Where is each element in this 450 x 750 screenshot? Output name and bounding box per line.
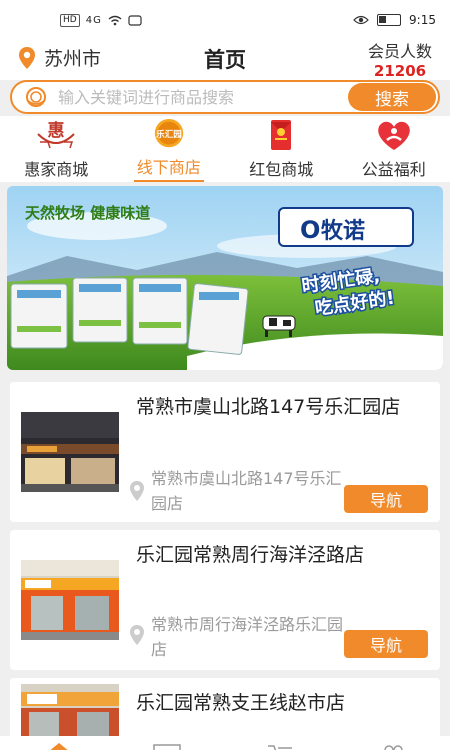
store-name: 常熟市虞山北路147号乐汇园店	[136, 396, 401, 418]
offline-store-icon: 乐汇园	[154, 118, 183, 148]
home-tab-icon[interactable]	[44, 742, 74, 750]
network-badge: HD	[60, 13, 80, 27]
store-card[interactable]: 常熟市虞山北路147号乐汇园店 常熟市虞山北路147号乐汇园店 导航	[10, 382, 440, 522]
banner-artwork: 天然牧场 健康味道 O 牧诺 时刻忙碌, 吃点好的!	[7, 186, 443, 370]
category-offline-store[interactable]: 乐汇园 线下商店	[119, 116, 219, 182]
battery-icon	[377, 14, 402, 26]
store-photo	[21, 684, 119, 738]
category-label: 公益福利	[361, 160, 426, 179]
member-count-value: 21206	[373, 62, 427, 80]
profile-tab-icon[interactable]	[378, 742, 408, 750]
category-charity[interactable]: 公益福利	[344, 116, 444, 182]
banner-brand: 牧诺	[321, 218, 365, 244]
category-label: 红包商城	[249, 160, 314, 179]
bottom-tab-bar	[0, 736, 450, 750]
charity-heart-icon	[377, 121, 410, 150]
location-pin-icon	[130, 481, 144, 501]
store-address: 常熟市虞山北路147号乐汇园店	[151, 469, 342, 513]
shop-tab-icon[interactable]	[152, 742, 182, 750]
search-input[interactable]	[58, 87, 348, 107]
location-pin-icon	[130, 625, 144, 645]
eye-icon	[353, 15, 369, 25]
offline-store-icon-text: 乐汇园	[156, 129, 181, 140]
message-icon	[128, 14, 142, 26]
location-pin-icon	[19, 46, 35, 69]
store-card[interactable]: 乐汇园常熟支王线赵市店	[10, 678, 440, 738]
signal-icon: 4G	[85, 14, 102, 26]
city-name: 苏州市	[44, 48, 102, 70]
brand-logo-icon	[26, 87, 46, 107]
store-photo	[21, 560, 119, 640]
navigate-button[interactable]: 导航	[344, 485, 428, 513]
cart-tab-icon[interactable]	[266, 742, 296, 750]
category-red-envelope[interactable]: 红包商城	[231, 116, 331, 182]
search-bar: 搜索	[10, 80, 440, 114]
city-selector[interactable]: 苏州市	[18, 44, 101, 71]
active-tab-indicator	[133, 180, 204, 182]
store-name: 乐汇园常熟支王线赵市店	[136, 692, 346, 714]
red-envelope-icon	[271, 120, 292, 150]
promo-banner[interactable]: 天然牧场 健康味道 O 牧诺 时刻忙碌, 吃点好的!	[7, 186, 443, 370]
store-photo	[21, 412, 119, 492]
category-nav: 惠 惠家商城 乐汇园 线下商店 红包商城 公益福利	[0, 116, 450, 182]
banner-slogan: 天然牧场 健康味道	[25, 204, 150, 222]
wifi-icon	[108, 15, 122, 25]
navigate-button[interactable]: 导航	[344, 630, 428, 658]
member-count-panel: 会员人数 21206	[368, 38, 432, 80]
svg-text:O: O	[300, 216, 320, 244]
store-name: 乐汇园常熟周行海洋泾路店	[136, 544, 365, 566]
hui-mall-icon-glyph: 惠	[48, 120, 65, 141]
member-count-label: 会员人数	[367, 42, 432, 61]
clock: 9:15	[409, 13, 436, 27]
store-card[interactable]: 乐汇园常熟周行海洋泾路店 常熟市周行海洋泾路乐汇园店 导航	[10, 530, 440, 670]
app-header: 首页 苏州市 会员人数 21206	[0, 36, 450, 80]
store-address: 常熟市周行海洋泾路乐汇园店	[151, 615, 344, 659]
hui-mall-icon: 惠	[37, 120, 75, 149]
category-hui-mall[interactable]: 惠 惠家商城	[6, 116, 106, 182]
category-label: 线下商店	[136, 158, 201, 178]
status-bar: HD 4G 9:15	[0, 0, 450, 40]
search-button[interactable]: 搜索	[348, 83, 436, 111]
category-label: 惠家商城	[24, 160, 89, 179]
